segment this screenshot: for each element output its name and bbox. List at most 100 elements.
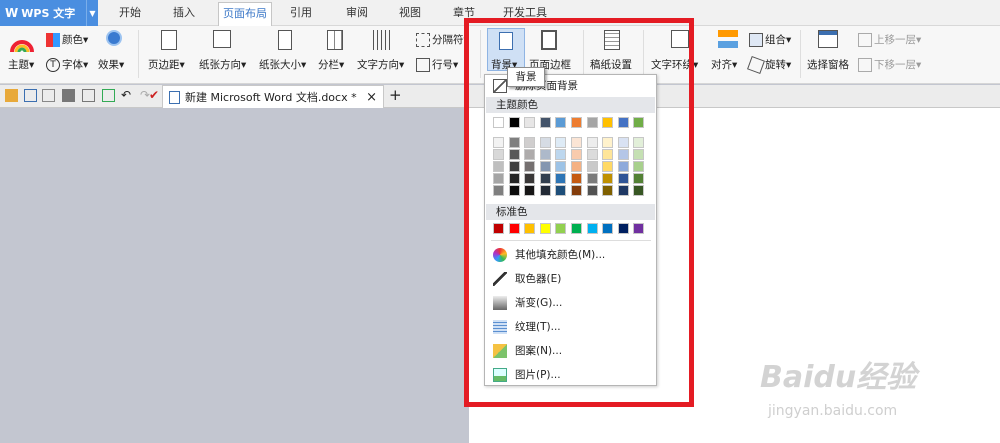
standard-color-swatch[interactable] [586,223,598,234]
paper-settings-button[interactable] [604,30,620,50]
selection-pane-button[interactable] [818,30,838,48]
theme-shade-swatch[interactable] [539,149,551,160]
check-icon[interactable] [102,89,115,102]
theme-shade-swatch[interactable] [524,185,536,196]
theme-shade-swatch[interactable] [586,149,598,160]
pattern-item[interactable]: 图案(N)... [493,343,562,358]
tab-developer[interactable]: 开发工具 [503,0,547,26]
theme-shade-swatch[interactable] [555,137,567,148]
standard-color-swatch[interactable] [602,223,614,234]
theme-shade-swatch[interactable] [602,161,614,172]
wrap-button[interactable] [671,30,689,48]
theme-color-swatch[interactable] [539,117,551,128]
theme-shade-swatch[interactable] [602,185,614,196]
close-icon[interactable]: × [366,90,377,105]
theme-shade-swatch[interactable] [571,161,582,172]
theme-shade-swatch[interactable] [493,185,504,196]
tab-view[interactable]: 视图 [399,0,421,26]
standard-color-swatch[interactable] [508,223,520,234]
theme-shade-swatch[interactable] [555,185,567,196]
export-pdf-icon[interactable] [42,89,55,102]
align-label[interactable]: 对齐 ▾ [711,57,737,72]
gradient-item[interactable]: 渐变(G)... [493,295,562,310]
margins-button[interactable] [161,30,177,50]
standard-color-swatch[interactable] [617,223,629,234]
theme-shade-swatch[interactable] [555,149,567,160]
theme-color-swatch[interactable] [617,117,629,128]
theme-color-swatch[interactable] [508,117,520,128]
wrap-label[interactable]: 文字环绕 ▾ [651,57,698,72]
rotate-button[interactable]: 旋转 ▾ [747,55,791,74]
theme-shade-swatch[interactable] [493,161,504,172]
theme-color-swatch[interactable] [586,117,598,128]
line-numbers-button[interactable]: 行号 ▾ [416,57,458,72]
effects-label[interactable]: 效果 ▾ [98,57,124,72]
bring-forward-button[interactable]: 上移一层 ▾ [858,32,921,47]
theme-shade-swatch[interactable] [617,137,629,148]
tab-page-layout[interactable]: 页面布局 [218,2,272,26]
eyedropper-item[interactable]: 取色器(E) [493,271,561,286]
effects-button[interactable] [106,30,122,46]
theme-shade-swatch[interactable] [633,149,645,160]
theme-shade-swatch[interactable] [617,173,629,184]
theme-shade-swatch[interactable] [571,173,582,184]
theme-button[interactable] [10,30,34,54]
theme-color-swatch[interactable] [493,117,504,128]
theme-shade-swatch[interactable] [571,149,582,160]
theme-shade-swatch[interactable] [571,137,582,148]
standard-color-swatch[interactable] [633,223,645,234]
theme-shade-swatch[interactable] [524,137,536,148]
tab-chapter[interactable]: 章节 [453,0,475,26]
theme-color-swatch[interactable] [633,117,645,128]
theme-shade-swatch[interactable] [617,161,629,172]
colors-button[interactable]: 颜色 ▾ [46,32,88,47]
paper-settings-label[interactable]: 稿纸设置 [590,57,632,72]
theme-shade-swatch[interactable] [524,173,536,184]
theme-shade-swatch[interactable] [539,185,551,196]
theme-shade-swatch[interactable] [602,137,614,148]
tab-review[interactable]: 审阅 [346,0,368,26]
tab-insert[interactable]: 插入 [173,0,195,26]
orientation-label[interactable]: 纸张方向 ▾ [199,57,246,72]
orientation-button[interactable] [213,30,231,48]
theme-shade-swatch[interactable] [508,185,520,196]
print-preview-icon[interactable] [82,89,95,102]
columns-button[interactable] [327,30,343,50]
document-tab[interactable]: 新建 Microsoft Word 文档.docx * × [162,85,384,108]
app-menu-button[interactable]: W WPS 文字 ▼ [0,0,98,26]
standard-color-swatch[interactable] [539,223,551,234]
theme-shade-swatch[interactable] [633,137,645,148]
theme-shade-swatch[interactable] [493,173,504,184]
theme-shade-swatch[interactable] [633,161,645,172]
send-backward-button[interactable]: 下移一层 ▾ [858,57,921,72]
theme-shade-swatch[interactable] [539,173,551,184]
theme-color-swatch[interactable] [571,117,582,128]
theme-shade-swatch[interactable] [508,137,520,148]
theme-shade-swatch[interactable] [633,173,645,184]
selection-pane-label[interactable]: 选择窗格 [807,57,849,72]
undo-icon[interactable]: ↶ [121,89,134,102]
new-tab-button[interactable]: + [389,86,402,104]
pin-icon[interactable]: ✔ [149,88,159,102]
margins-label[interactable]: 页边距 ▾ [148,57,185,72]
text-direction-button[interactable] [373,30,393,50]
size-label[interactable]: 纸张大小 ▾ [259,57,306,72]
theme-shade-swatch[interactable] [493,149,504,160]
theme-shade-swatch[interactable] [524,149,536,160]
standard-color-swatch[interactable] [524,223,536,234]
text-direction-label[interactable]: 文字方向 ▾ [357,57,404,72]
page-border-button[interactable] [541,30,557,50]
theme-shade-swatch[interactable] [493,137,504,148]
theme-shade-swatch[interactable] [602,173,614,184]
standard-color-swatch[interactable] [555,223,567,234]
theme-shade-swatch[interactable] [586,185,598,196]
standard-color-swatch[interactable] [493,223,504,234]
theme-shade-swatch[interactable] [524,161,536,172]
columns-label[interactable]: 分栏 ▾ [318,57,344,72]
chevron-down-icon[interactable]: ▼ [86,0,98,26]
theme-shade-swatch[interactable] [571,185,582,196]
theme-label[interactable]: 主题 ▾ [8,57,34,72]
tab-references[interactable]: 引用 [290,0,312,26]
theme-shade-swatch[interactable] [586,137,598,148]
align-button[interactable] [718,30,738,48]
